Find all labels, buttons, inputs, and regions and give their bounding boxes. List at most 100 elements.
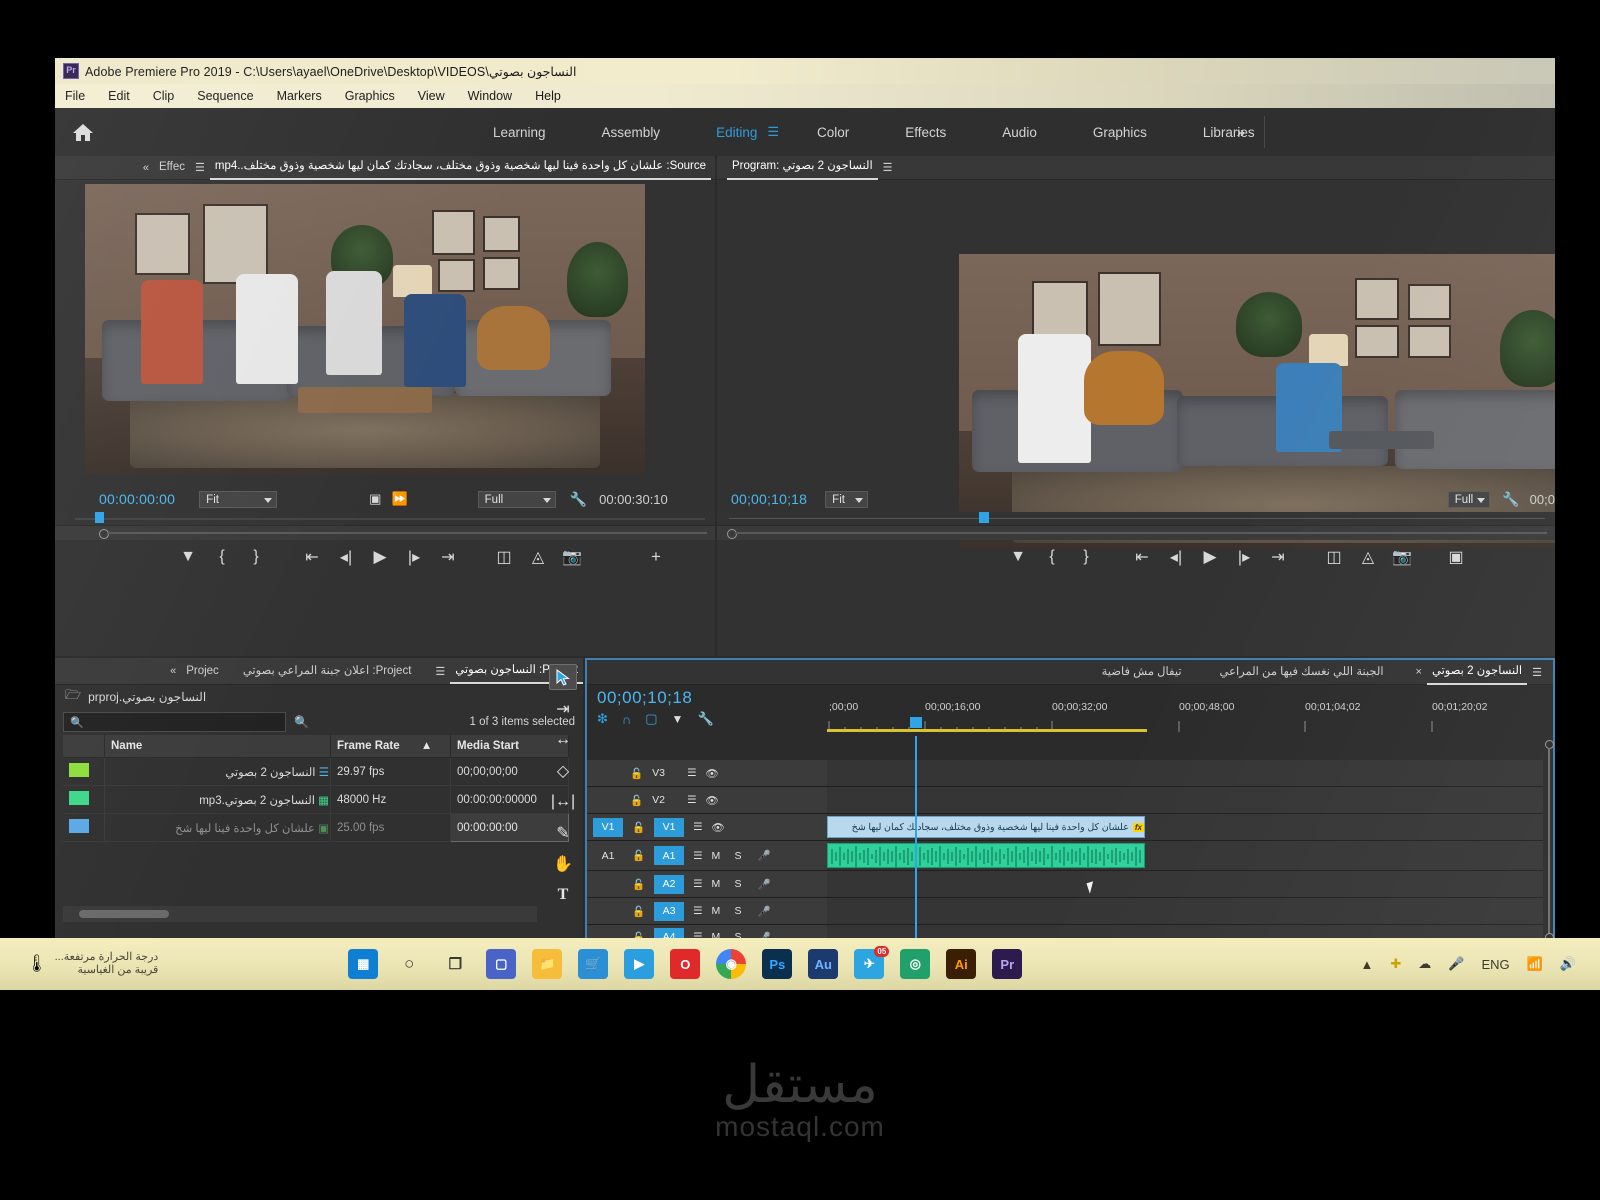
timeline-playhead-timecode[interactable]: 00;00;10;18	[597, 688, 692, 708]
timeline-tab-nasajoun[interactable]: النساجون 2 بصوتي	[1426, 660, 1528, 685]
effect-controls-tab[interactable]: Effec	[154, 156, 190, 179]
linked-selection-icon[interactable]: ∩	[622, 712, 631, 727]
solo-button-a2[interactable]: S	[735, 878, 749, 890]
program-step-forward-icon[interactable]: |▸	[1231, 546, 1257, 568]
audio-clip[interactable]	[827, 843, 1145, 868]
track-sync-icon[interactable]: ☰	[687, 794, 696, 806]
program-current-timecode[interactable]: 00;00;10;18	[731, 491, 807, 507]
menu-view[interactable]: View	[418, 89, 445, 103]
source-go-to-out-icon[interactable]: ⇥	[435, 546, 461, 568]
opera-icon[interactable]: O	[670, 949, 701, 979]
tab-graphics[interactable]: Graphics	[1065, 125, 1175, 140]
source-monitor-tab[interactable]: Source: علشان كل واحدة فينا ليها شخصية و…	[209, 155, 711, 180]
filter-bin-icon[interactable]: 🔍	[294, 715, 309, 729]
track-header-a2[interactable]: 🔓 A2 ☰ M S 🎤	[587, 871, 827, 898]
track-sync-icon[interactable]: ☰	[693, 821, 702, 833]
source-export-frame-icon[interactable]: 📷	[559, 546, 585, 568]
chevron-up-icon[interactable]: ▲	[1360, 957, 1373, 972]
program-mark-out-icon[interactable]: }	[1073, 546, 1099, 568]
chrome-icon[interactable]: ◉	[716, 949, 747, 979]
track-sync-icon[interactable]: ☰	[687, 767, 696, 779]
source-monitor-tabs[interactable]: Source: علشان كل واحدة فينا ليها شخصية و…	[55, 156, 715, 180]
track-header-v1[interactable]: V1 🔓 V1 ☰ 👁	[587, 814, 827, 841]
table-row[interactable]: ▦ النساجون 2 بصوتي.mp3 48000 Hz 00:00:00…	[63, 785, 569, 814]
track-header-v3[interactable]: 🔓 V3 ☰ 👁	[587, 760, 827, 787]
hand-tool-icon[interactable]: ✋	[550, 852, 576, 876]
taskbar-apps[interactable]: ▦ ○ ❐ ▢ 📁 🛒 ▶ O ◉ Ps Au ✈ 05 ◎ Ai Pr	[348, 946, 1023, 979]
source-step-back-icon[interactable]: ◂|	[333, 546, 359, 568]
add-marker-icon[interactable]: ▼	[672, 712, 684, 726]
program-quality-dropdown[interactable]: Full	[1447, 490, 1491, 508]
program-go-to-in-icon[interactable]: ⇤	[1129, 546, 1155, 568]
search-input[interactable]: 🔍	[63, 712, 286, 732]
timeline-vertical-scrollbar[interactable]	[1543, 736, 1554, 946]
timeline-tab-tefal[interactable]: تيفال مش فاضية	[1097, 661, 1187, 684]
workspace-tabs[interactable]: Learning Assembly Editing ☰ Color Effect…	[465, 124, 1283, 140]
tab-effects[interactable]: Effects	[877, 125, 974, 140]
menu-clip[interactable]: Clip	[153, 89, 175, 103]
track-label-a2[interactable]: A2	[654, 874, 685, 894]
weather-widget[interactable]: 🌡 درجة الحرارة مرتفعة... قريبة من الغياس…	[26, 951, 158, 976]
timeline-header-icons[interactable]: ❇ ∩ ▢ ▼ 🔧	[597, 711, 714, 727]
timeline-menu-icon[interactable]: ☰	[1527, 666, 1547, 679]
timeline-tab-almarai[interactable]: الجبنة اللي نغسك فيها من المراعي	[1215, 661, 1389, 684]
task-view-button[interactable]: ❐	[440, 949, 470, 979]
track-a3[interactable]	[827, 898, 1553, 925]
tab-color[interactable]: Color	[789, 125, 877, 140]
snap-icon[interactable]: ❇	[597, 711, 608, 727]
program-add-marker-icon[interactable]: ▼	[1005, 546, 1031, 568]
source-go-to-in-icon[interactable]: ⇤	[299, 546, 325, 568]
timeline-tab-close-icon[interactable]: ×	[1411, 666, 1427, 678]
language-indicator[interactable]: ENG	[1481, 957, 1509, 972]
project-panel-tabs[interactable]: Project: النساجون بصوتي ☰ Project: اعلان…	[55, 658, 583, 685]
program-scrollbar[interactable]	[717, 525, 1555, 540]
menu-markers[interactable]: Markers	[277, 89, 322, 103]
tab-libraries[interactable]: Libraries	[1175, 125, 1283, 140]
workspace-menu-icon[interactable]: ☰	[767, 124, 779, 140]
video-clip[interactable]: fx علشان كل واحدة فينا ليها شخصية وذوق م…	[827, 816, 1145, 838]
eye-icon[interactable]: 👁	[712, 821, 725, 834]
search-button[interactable]: ○	[394, 949, 424, 979]
project-menu-icon[interactable]: ☰	[430, 665, 450, 678]
folder-up-icon[interactable]: 🗁	[65, 686, 81, 708]
wifi-icon[interactable]: 📶	[1527, 956, 1543, 972]
selection-tool-icon[interactable]	[549, 664, 577, 690]
project-tabs-overflow-icon[interactable]: »	[165, 665, 181, 677]
program-export-frame-icon[interactable]: 📷	[1389, 546, 1415, 568]
program-transport-buttons[interactable]: ▼ { } ⇤ ◂| ▶ |▸ ⇥ ◫ ◬ 📷 ▣	[1005, 546, 1469, 568]
microphone-icon[interactable]: 🎤	[758, 878, 771, 891]
lock-icon[interactable]: 🔓	[630, 767, 643, 780]
program-monitor-tabs[interactable]: Program: النساجون 2 بصوتي ☰	[717, 156, 1555, 180]
solo-button-a3[interactable]: S	[735, 905, 749, 917]
lock-icon[interactable]: 🔓	[632, 878, 645, 891]
menu-window[interactable]: Window	[468, 89, 512, 103]
column-color[interactable]	[63, 735, 105, 758]
track-header-a1[interactable]: A1 🔓 A1 ☰ M S 🎤	[587, 841, 827, 871]
update-icon[interactable]: ✚	[1390, 956, 1401, 972]
microphone-icon[interactable]: 🎤	[758, 905, 771, 918]
track-label-v1[interactable]: V1	[654, 817, 685, 837]
source-patch-a1[interactable]: A1	[593, 846, 623, 865]
source-fit-dropdown[interactable]: Fit	[199, 490, 278, 508]
program-playhead[interactable]	[979, 512, 989, 523]
audition-icon[interactable]: Au	[808, 949, 839, 979]
pen-tool-icon[interactable]: ✎	[550, 821, 576, 845]
project-horizontal-scrollbar[interactable]	[63, 906, 537, 922]
mute-button-a3[interactable]: M	[712, 905, 726, 917]
premiere-icon[interactable]: Pr	[992, 949, 1023, 979]
track-select-forward-tool-icon[interactable]: ⇥	[550, 697, 576, 721]
program-wrench-icon[interactable]: 🔧	[1502, 491, 1519, 508]
menu-help[interactable]: Help	[535, 89, 561, 103]
track-v1[interactable]: fx علشان كل واحدة فينا ليها شخصية وذوق م…	[827, 814, 1553, 841]
teams-icon[interactable]: ▢	[486, 949, 517, 979]
row-name[interactable]: ☰ النساجون 2 بصوتي	[104, 757, 331, 786]
menu-bar[interactable]: File Edit Clip Sequence Markers Graphics…	[55, 84, 1555, 108]
track-v2[interactable]	[827, 787, 1553, 814]
lock-icon[interactable]: 🔓	[632, 821, 645, 834]
mute-button-a2[interactable]: M	[712, 878, 726, 890]
table-row[interactable]: ▣ علشان كل واحدة فينا ليها شخ 25.00 fps …	[63, 813, 569, 842]
track-label-a1[interactable]: A1	[654, 846, 685, 865]
source-menu-icon[interactable]: ☰	[190, 161, 210, 174]
source-time-ruler[interactable]	[55, 512, 715, 525]
ripple-edit-tool-icon[interactable]: ↔	[550, 728, 576, 752]
